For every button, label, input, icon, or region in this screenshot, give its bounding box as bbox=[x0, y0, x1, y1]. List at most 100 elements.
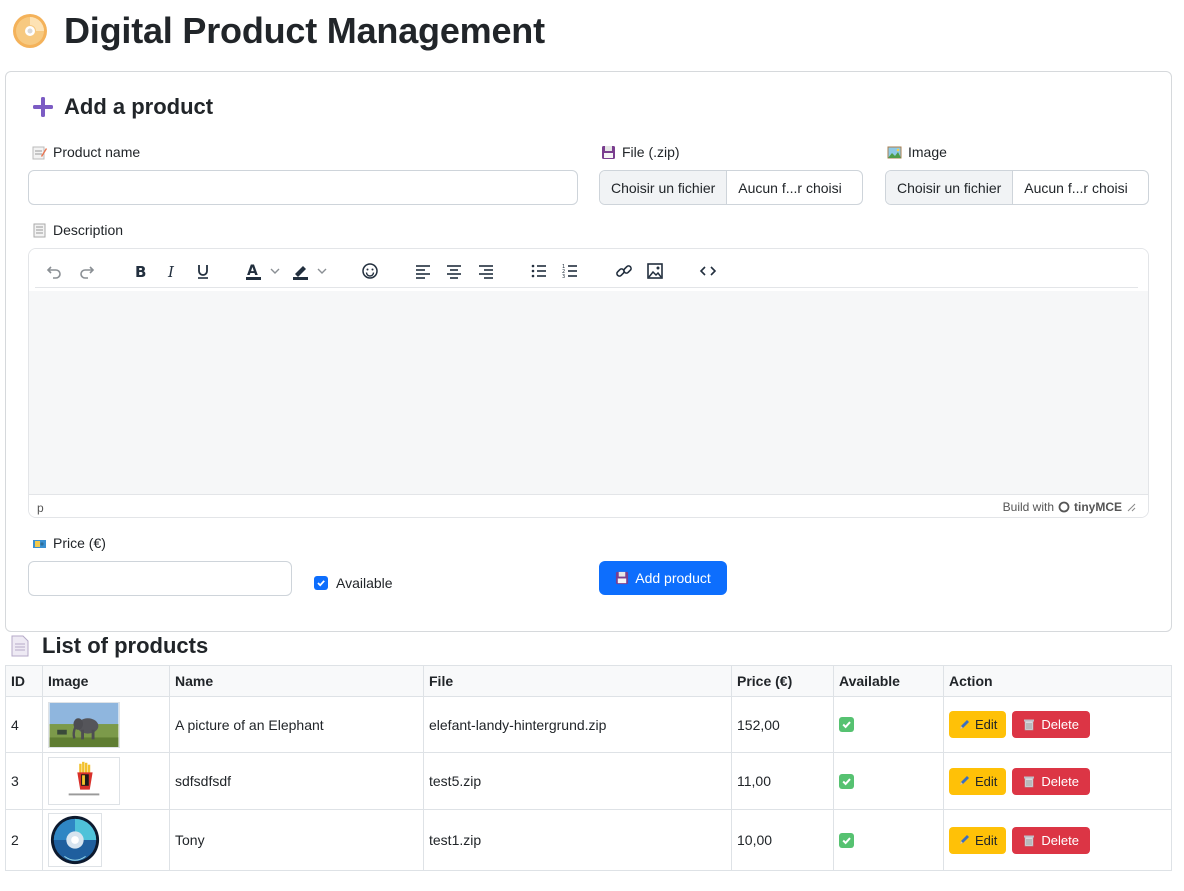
cell-available bbox=[833, 809, 944, 871]
column-header-image: Image bbox=[42, 665, 170, 697]
product-thumbnail-fries[interactable] bbox=[48, 757, 120, 805]
link-icon[interactable] bbox=[611, 258, 637, 284]
delete-button[interactable]: Delete bbox=[1012, 826, 1090, 854]
element-path[interactable]: p bbox=[37, 501, 44, 515]
column-header-file: File bbox=[423, 665, 732, 697]
price-label: Price (€) bbox=[32, 535, 106, 551]
image-status-text: Aucun f...r choisi bbox=[1024, 179, 1128, 196]
image-label: Image bbox=[887, 144, 947, 160]
column-header-id: ID bbox=[5, 665, 43, 697]
align-right-icon[interactable] bbox=[473, 258, 499, 284]
delete-button[interactable]: Delete bbox=[1012, 711, 1090, 738]
cell-actions: Edit Delete bbox=[943, 809, 1172, 871]
products-table: ID Image Name File Price (€) Available A… bbox=[5, 665, 1172, 871]
product-thumbnail-elephant[interactable] bbox=[48, 701, 120, 748]
italic-icon[interactable]: I bbox=[158, 258, 184, 284]
column-header-price: Price (€) bbox=[731, 665, 834, 697]
rich-text-editor[interactable]: B I A 1 2 3 p Build with tinyMCE bbox=[28, 248, 1149, 518]
price-input[interactable] bbox=[28, 561, 292, 596]
wastebasket-icon bbox=[1024, 776, 1035, 787]
emoji-icon[interactable] bbox=[357, 258, 383, 284]
wastebasket-icon bbox=[1024, 835, 1035, 846]
page-title: Digital Product Management bbox=[64, 10, 545, 51]
picture-icon bbox=[887, 146, 902, 158]
available-check-icon bbox=[839, 832, 854, 848]
add-product-card: Add a product Product name File (.zip) C… bbox=[5, 71, 1172, 632]
align-center-icon[interactable] bbox=[441, 258, 467, 284]
table-row: 2 Tony test1.zip 10,00 Edit Delete bbox=[5, 809, 1172, 871]
resize-handle-icon[interactable] bbox=[1126, 502, 1136, 512]
file-input[interactable]: Choisir un fichier Aucun f...r choisi bbox=[599, 170, 863, 205]
products-list-heading: List of products bbox=[10, 632, 208, 660]
source-code-icon[interactable] bbox=[695, 258, 721, 284]
cell-id: 3 bbox=[5, 752, 43, 810]
pencil-icon bbox=[960, 719, 969, 729]
edit-button[interactable]: Edit bbox=[949, 767, 1007, 795]
floppy-disk-icon bbox=[616, 571, 629, 585]
image-choose-button[interactable]: Choisir un fichier bbox=[886, 171, 1014, 204]
svg-text:I: I bbox=[167, 263, 175, 280]
cell-available bbox=[833, 696, 944, 753]
delete-button[interactable]: Delete bbox=[1012, 767, 1090, 795]
available-checkbox[interactable] bbox=[314, 576, 328, 590]
page-icon bbox=[11, 635, 29, 657]
bold-icon[interactable]: B bbox=[127, 258, 153, 284]
bullet-list-icon[interactable] bbox=[526, 258, 552, 284]
product-thumbnail-cd[interactable] bbox=[48, 813, 102, 867]
table-row: 3 sdfsdfsdf test5.zip 11,00 Edit Delete bbox=[5, 752, 1172, 810]
product-name-input[interactable] bbox=[28, 170, 578, 205]
cell-file: elefant-landy-hintergrund.zip bbox=[423, 696, 732, 753]
svg-text:A: A bbox=[247, 263, 258, 279]
plus-icon bbox=[33, 97, 53, 117]
available-label: Available bbox=[336, 575, 393, 591]
cell-price: 152,00 bbox=[731, 696, 834, 753]
table-row: 4 A picture of an Elephant elefant-landy… bbox=[5, 696, 1172, 753]
column-header-available: Available bbox=[833, 665, 944, 697]
pencil-icon bbox=[960, 776, 969, 785]
toolbar-divider bbox=[35, 287, 1138, 288]
floppy-disk-icon bbox=[602, 145, 615, 159]
numbered-list-icon[interactable]: 123 bbox=[557, 258, 583, 284]
available-check-icon bbox=[839, 717, 854, 732]
cell-name: sdfsdfsdf bbox=[169, 752, 424, 810]
cell-available bbox=[833, 752, 944, 810]
cell-actions: Edit Delete bbox=[943, 752, 1172, 810]
page-header: Digital Product Management bbox=[12, 8, 545, 54]
cell-name: Tony bbox=[169, 809, 424, 871]
product-name-label: Product name bbox=[32, 144, 140, 160]
description-label: Description bbox=[32, 222, 123, 238]
editor-branding[interactable]: Build with tinyMCE bbox=[1003, 500, 1136, 514]
svg-text:3: 3 bbox=[562, 274, 565, 280]
cell-price: 11,00 bbox=[731, 752, 834, 810]
file-label: File (.zip) bbox=[601, 144, 680, 160]
cell-image bbox=[42, 696, 170, 753]
highlight-color-icon[interactable] bbox=[291, 258, 331, 284]
cell-image bbox=[42, 752, 170, 810]
add-product-heading: Add a product bbox=[32, 94, 213, 120]
editor-toolbar: B I A 1 2 3 bbox=[29, 249, 1148, 291]
align-left-icon[interactable] bbox=[410, 258, 436, 284]
edit-button[interactable]: Edit bbox=[949, 711, 1007, 738]
editor-statusbar: p Build with tinyMCE bbox=[29, 494, 1148, 517]
redo-icon[interactable] bbox=[74, 258, 100, 284]
cell-actions: Edit Delete bbox=[943, 696, 1172, 753]
column-header-name: Name bbox=[169, 665, 424, 697]
table-header-row: ID Image Name File Price (€) Available A… bbox=[5, 665, 1172, 697]
wastebasket-icon bbox=[1024, 719, 1035, 731]
cell-price: 10,00 bbox=[731, 809, 834, 871]
editor-content-area[interactable] bbox=[29, 291, 1148, 494]
underline-icon[interactable] bbox=[190, 258, 216, 284]
pencil-icon bbox=[960, 835, 969, 844]
edit-button[interactable]: Edit bbox=[949, 826, 1007, 854]
cell-name: A picture of an Elephant bbox=[169, 696, 424, 753]
cell-id: 4 bbox=[5, 696, 43, 753]
undo-icon[interactable] bbox=[41, 258, 67, 284]
image-insert-icon[interactable] bbox=[642, 258, 668, 284]
add-product-button[interactable]: Add product bbox=[599, 561, 727, 595]
cd-icon bbox=[13, 14, 47, 48]
add-product-title: Add a product bbox=[64, 94, 214, 119]
text-color-icon[interactable]: A bbox=[244, 258, 284, 284]
image-input[interactable]: Choisir un fichier Aucun f...r choisi bbox=[885, 170, 1149, 205]
tinymce-logo-icon bbox=[1058, 501, 1070, 513]
file-choose-button[interactable]: Choisir un fichier bbox=[600, 171, 728, 204]
